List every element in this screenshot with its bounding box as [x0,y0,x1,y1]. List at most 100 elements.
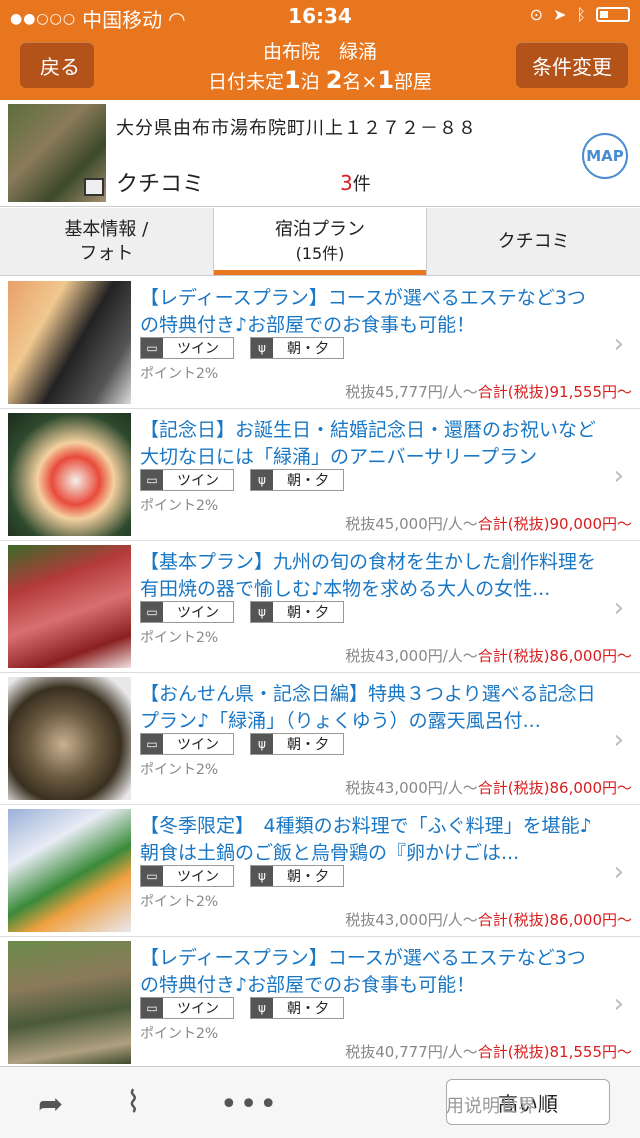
fork-knife-icon: ψ [251,734,273,754]
chevron-right-icon: › [613,857,624,887]
tab-reviews[interactable]: クチコミ [427,208,640,275]
per-person-price: 税抜43,000円/人～ [345,911,478,929]
bottom-toolbar: ➦ ⌇ ••• 高い順 [0,1066,640,1138]
rotation-lock-icon: ⊙ [529,5,543,24]
room-type-tag: ▭ ツイン [140,997,234,1019]
room-type: ツイン [177,605,219,621]
status-bar: ●●○○○ 中国移动 ◠ 16:34 ⊙ ➤ ᛒ [0,0,640,32]
hotel-photo[interactable] [8,104,106,202]
plan-item[interactable]: 【冬季限定】 4種類のお料理で「ふぐ料理」を堪能♪ 朝食は土鍋のご飯と烏骨鶏の『… [0,805,640,937]
per-person-price: 税抜43,000円/人～ [345,647,478,665]
nights-unit: 泊 [300,71,320,93]
review-count-unit: 件 [352,174,371,195]
map-button[interactable]: MAP [582,133,628,179]
watermark: 用说明世界 [446,1096,536,1117]
bed-icon: ▭ [141,998,163,1018]
chevron-right-icon: › [613,989,624,1019]
point-rate: ポイント2% [140,498,219,514]
tab-label: フォト [79,242,134,264]
bluetooth-icon: ᛒ [576,5,586,24]
plan-list: 【レディースプラン】コースが選べるエステなど3つの特典付き♪お部屋でのお食事も可… [0,277,640,1069]
meal-type: 朝・夕 [287,605,329,621]
share-icon[interactable]: ➦ [38,1087,63,1122]
point-rate: ポイント2% [140,894,219,910]
plan-item[interactable]: 【レディースプラン】コースが選べるエステなど3つの特典付き♪お部屋でのお食事も可… [0,937,640,1069]
hotel-title: 由布院 緑涌 [262,41,377,63]
total-price: 合計(税抜)86,000円～ [477,779,632,797]
paperclip-icon[interactable]: ⌇ [126,1085,141,1120]
room-type: ツイン [177,341,219,357]
total-price: 合計(税抜)90,000円～ [477,515,632,533]
page-title: 由布院 緑涌 日付未定1泊 2名×1部屋 [150,38,490,96]
bed-icon: ▭ [141,470,163,490]
tab-basic-info[interactable]: 基本情報 / フォト [0,208,214,275]
total-price: 合計(税抜)86,000円～ [477,647,632,665]
room-type: ツイン [177,869,219,885]
plan-title: 【レディースプラン】コースが選べるエステなど3つの特典付き♪お部屋でのお食事も可… [140,287,586,336]
meal-type: 朝・夕 [287,869,329,885]
plan-price: 税抜43,000円/人～合計(税抜)86,000円～ [345,777,632,798]
more-icon[interactable]: ••• [220,1087,279,1122]
point-rate: ポイント2% [140,1026,219,1042]
rooms-count: 1 [377,66,395,94]
plan-tags: ▭ ツイン ψ 朝・夕 [140,469,344,491]
meal-tag: ψ 朝・夕 [250,997,344,1019]
room-type: ツイン [177,1001,219,1017]
bed-icon: ▭ [141,734,163,754]
guests-count: 2 [325,66,343,94]
plan-price: 税抜45,777円/人～合計(税抜)91,555円～ [345,381,632,402]
room-type-tag: ▭ ツイン [140,733,234,755]
plan-item[interactable]: 【レディースプラン】コースが選べるエステなど3つの特典付き♪お部屋でのお食事も可… [0,277,640,409]
meal-tag: ψ 朝・夕 [250,337,344,359]
plan-title: 【レディースプラン】コースが選べるエステなど3つの特典付き♪お部屋でのお食事も可… [140,947,586,996]
total-price: 合計(税抜)91,555円～ [477,383,632,401]
plan-tags: ▭ ツイン ψ 朝・夕 [140,865,344,887]
bed-icon: ▭ [141,866,163,886]
bed-icon: ▭ [141,602,163,622]
change-conditions-label: 条件変更 [532,54,612,79]
meal-type: 朝・夕 [287,737,329,753]
change-conditions-button[interactable]: 条件変更 [516,42,628,88]
plan-photo [8,281,131,404]
back-button[interactable]: 戻る [20,42,94,88]
point-rate: ポイント2% [140,762,219,778]
room-type-tag: ▭ ツイン [140,337,234,359]
meal-tag: ψ 朝・夕 [250,733,344,755]
room-type-tag: ▭ ツイン [140,601,234,623]
room-type: ツイン [177,737,219,753]
per-person-price: 税抜43,000円/人～ [345,779,478,797]
rooms-unit: 部屋 [394,71,433,93]
review-link[interactable]: クチコミ [116,166,204,198]
plan-price: 税抜45,000円/人～合計(税抜)90,000円～ [345,513,632,534]
per-person-price: 税抜45,000円/人～ [345,515,478,533]
plan-price: 税抜43,000円/人～合計(税抜)86,000円～ [345,645,632,666]
fork-knife-icon: ψ [251,866,273,886]
hotel-address: 大分県由布市湯布院町川上１２７２－８８ [116,118,477,139]
plan-item[interactable]: 【基本プラン】九州の旬の食材を生かした創作料理を有田焼の器で愉しむ♪本物を求める… [0,541,640,673]
bed-icon: ▭ [141,338,163,358]
plan-price: 税抜40,777円/人～合計(税抜)81,555円～ [345,1041,632,1062]
plan-title: 【おんせん県・記念日編】特典３つより選べる記念日プラン♪「緑涌」（りょくゆう）の… [140,683,596,732]
plan-photo [8,413,131,536]
guests-unit: 名× [342,71,378,93]
tab-label: 基本情報 / [64,218,149,240]
nav-bar: 戻る 由布院 緑涌 日付未定1泊 2名×1部屋 条件変更 [0,32,640,100]
point-rate: ポイント2% [140,366,219,382]
point-rate: ポイント2% [140,630,219,646]
meal-type: 朝・夕 [287,341,329,357]
hotel-summary: 大分県由布市湯布院町川上１２７２－８８ クチコミ 3件 [0,100,640,207]
plan-tags: ▭ ツイン ψ 朝・夕 [140,601,344,623]
photo-gallery-icon [84,178,104,196]
per-person-price: 税抜40,777円/人～ [345,1043,478,1061]
plan-title: 【冬季限定】 4種類のお料理で「ふぐ料理」を堪能♪ 朝食は土鍋のご飯と烏骨鶏の『… [140,815,600,864]
plan-tags: ▭ ツイン ψ 朝・夕 [140,997,344,1019]
chevron-right-icon: › [613,593,624,623]
location-icon: ➤ [552,5,567,24]
plan-photo [8,545,131,668]
tab-plans[interactable]: 宿泊プラン (15件) [213,208,428,275]
total-price: 合計(税抜)86,000円～ [477,911,632,929]
plan-item[interactable]: 【記念日】お誕生日・結婚記念日・還暦のお祝いなど大切な日には「緑涌」のアニバーサ… [0,409,640,541]
tab-count: (15件) [295,243,345,263]
fork-knife-icon: ψ [251,470,273,490]
plan-item[interactable]: 【おんせん県・記念日編】特典３つより選べる記念日プラン♪「緑涌」（りょくゆう）の… [0,673,640,805]
